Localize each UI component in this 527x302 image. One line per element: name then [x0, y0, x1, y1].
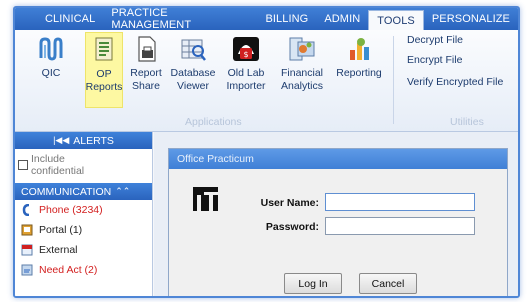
comm-item-portal-label: Portal (1): [39, 224, 83, 236]
login-button[interactable]: Log In: [284, 273, 342, 294]
tab-admin[interactable]: ADMIN: [316, 8, 368, 30]
utilities-group-label: Utilities: [450, 116, 484, 128]
comm-item-external-label: External: [39, 244, 78, 256]
old-lab-importer-icon: $: [231, 34, 261, 64]
database-viewer-label-line1: Database: [170, 67, 216, 79]
verify-encrypted-file-button[interactable]: Verify Encrypted File: [407, 76, 503, 88]
encrypt-file-button[interactable]: Encrypt File: [407, 54, 462, 66]
comm-item-phone[interactable]: Phone (3234): [15, 200, 152, 220]
portal-icon: [21, 224, 33, 236]
main-menu-bar: CLINICAL PRACTICE MANAGEMENT BILLING ADM…: [15, 8, 518, 31]
app-window: CLINICAL PRACTICE MANAGEMENT BILLING ADM…: [13, 6, 520, 298]
left-sidebar: |◀◀ ALERTS Include confidential COMMUNIC…: [15, 132, 153, 296]
password-label: Password:: [265, 221, 319, 233]
financial-analytics-icon: [287, 34, 317, 64]
tab-clinical[interactable]: CLINICAL: [15, 8, 103, 30]
report-share-button[interactable]: Report Share: [127, 34, 165, 104]
include-confidential-label: Include confidential: [31, 153, 84, 177]
alerts-label: ALERTS: [73, 134, 114, 147]
op-reports-label-line1: OP: [96, 68, 112, 80]
collapse-up-icon: ⌃⌃: [115, 186, 131, 196]
op-reports-icon: [89, 35, 119, 65]
tab-personalize[interactable]: PERSONALIZE: [424, 8, 518, 30]
tools-ribbon: QIC OP Reports Report Share Database Vie…: [15, 30, 518, 132]
comm-item-phone-label: Phone (3234): [39, 204, 103, 216]
database-viewer-icon: [178, 34, 208, 64]
database-viewer-label-line2: Viewer: [177, 80, 209, 92]
old-lab-importer-label-line1: Old Lab: [227, 67, 265, 79]
tab-billing[interactable]: BILLING: [253, 8, 316, 30]
decrypt-file-button[interactable]: Decrypt File: [407, 34, 463, 46]
communication-header[interactable]: COMMUNICATION ⌃⌃: [15, 183, 152, 200]
ribbon-separator: [393, 36, 394, 124]
old-lab-importer-button[interactable]: $ Old Lab Importer: [223, 34, 269, 104]
financial-analytics-label-line1: Financial: [280, 67, 324, 79]
cancel-button[interactable]: Cancel: [359, 273, 417, 294]
svg-text:$: $: [243, 50, 248, 59]
comm-item-external[interactable]: External: [15, 240, 152, 260]
comm-item-portal[interactable]: Portal (1): [15, 220, 152, 240]
tab-tools[interactable]: TOOLS: [368, 10, 424, 30]
op-reports-label-line2: Reports: [85, 81, 123, 93]
login-dialog: Office Practicum User Name: Password: Lo…: [168, 148, 508, 296]
report-share-label-line2: Share: [131, 80, 161, 92]
include-confidential-option[interactable]: Include confidential: [15, 149, 152, 181]
reporting-label: Reporting: [336, 67, 382, 79]
phone-icon: [21, 204, 33, 216]
alerts-header[interactable]: |◀◀ ALERTS: [15, 132, 152, 149]
financial-analytics-label-line2: Analytics: [280, 80, 323, 92]
include-confidential-checkbox[interactable]: [18, 160, 28, 170]
old-lab-importer-label-line2: Importer: [226, 80, 266, 92]
include-confidential-label-line1: Include: [31, 153, 65, 165]
report-share-icon: [131, 34, 161, 64]
op-reports-button[interactable]: OP Reports: [85, 32, 123, 108]
reporting-icon: [344, 34, 374, 64]
qic-button[interactable]: QIC: [33, 34, 69, 104]
collapse-left-icon: |◀◀: [53, 135, 70, 145]
username-input[interactable]: [325, 193, 475, 211]
financial-analytics-button[interactable]: Financial Analytics: [277, 34, 327, 104]
tab-practice-management[interactable]: PRACTICE MANAGEMENT: [103, 8, 253, 31]
reporting-button[interactable]: Reporting: [333, 34, 385, 104]
office-practicum-logo-icon: [193, 187, 218, 211]
username-label: User Name:: [260, 197, 319, 209]
need-act-icon: [21, 264, 33, 276]
applications-group-label: Applications: [185, 116, 242, 128]
report-share-label-line1: Report: [130, 67, 162, 79]
communication-label: COMMUNICATION: [21, 185, 112, 198]
main-content-area: Office Practicum User Name: Password: Lo…: [154, 132, 518, 296]
database-viewer-button[interactable]: Database Viewer: [169, 34, 217, 104]
comm-item-need-act-label: Need Act (2): [39, 264, 98, 276]
comm-item-need-act[interactable]: Need Act (2): [15, 260, 152, 280]
qic-label: QIC: [41, 67, 61, 79]
password-input[interactable]: [325, 217, 475, 235]
qic-icon: [36, 34, 66, 64]
include-confidential-label-line2: confidential: [31, 165, 85, 177]
external-icon: [21, 244, 33, 256]
login-dialog-title: Office Practicum: [169, 149, 507, 169]
